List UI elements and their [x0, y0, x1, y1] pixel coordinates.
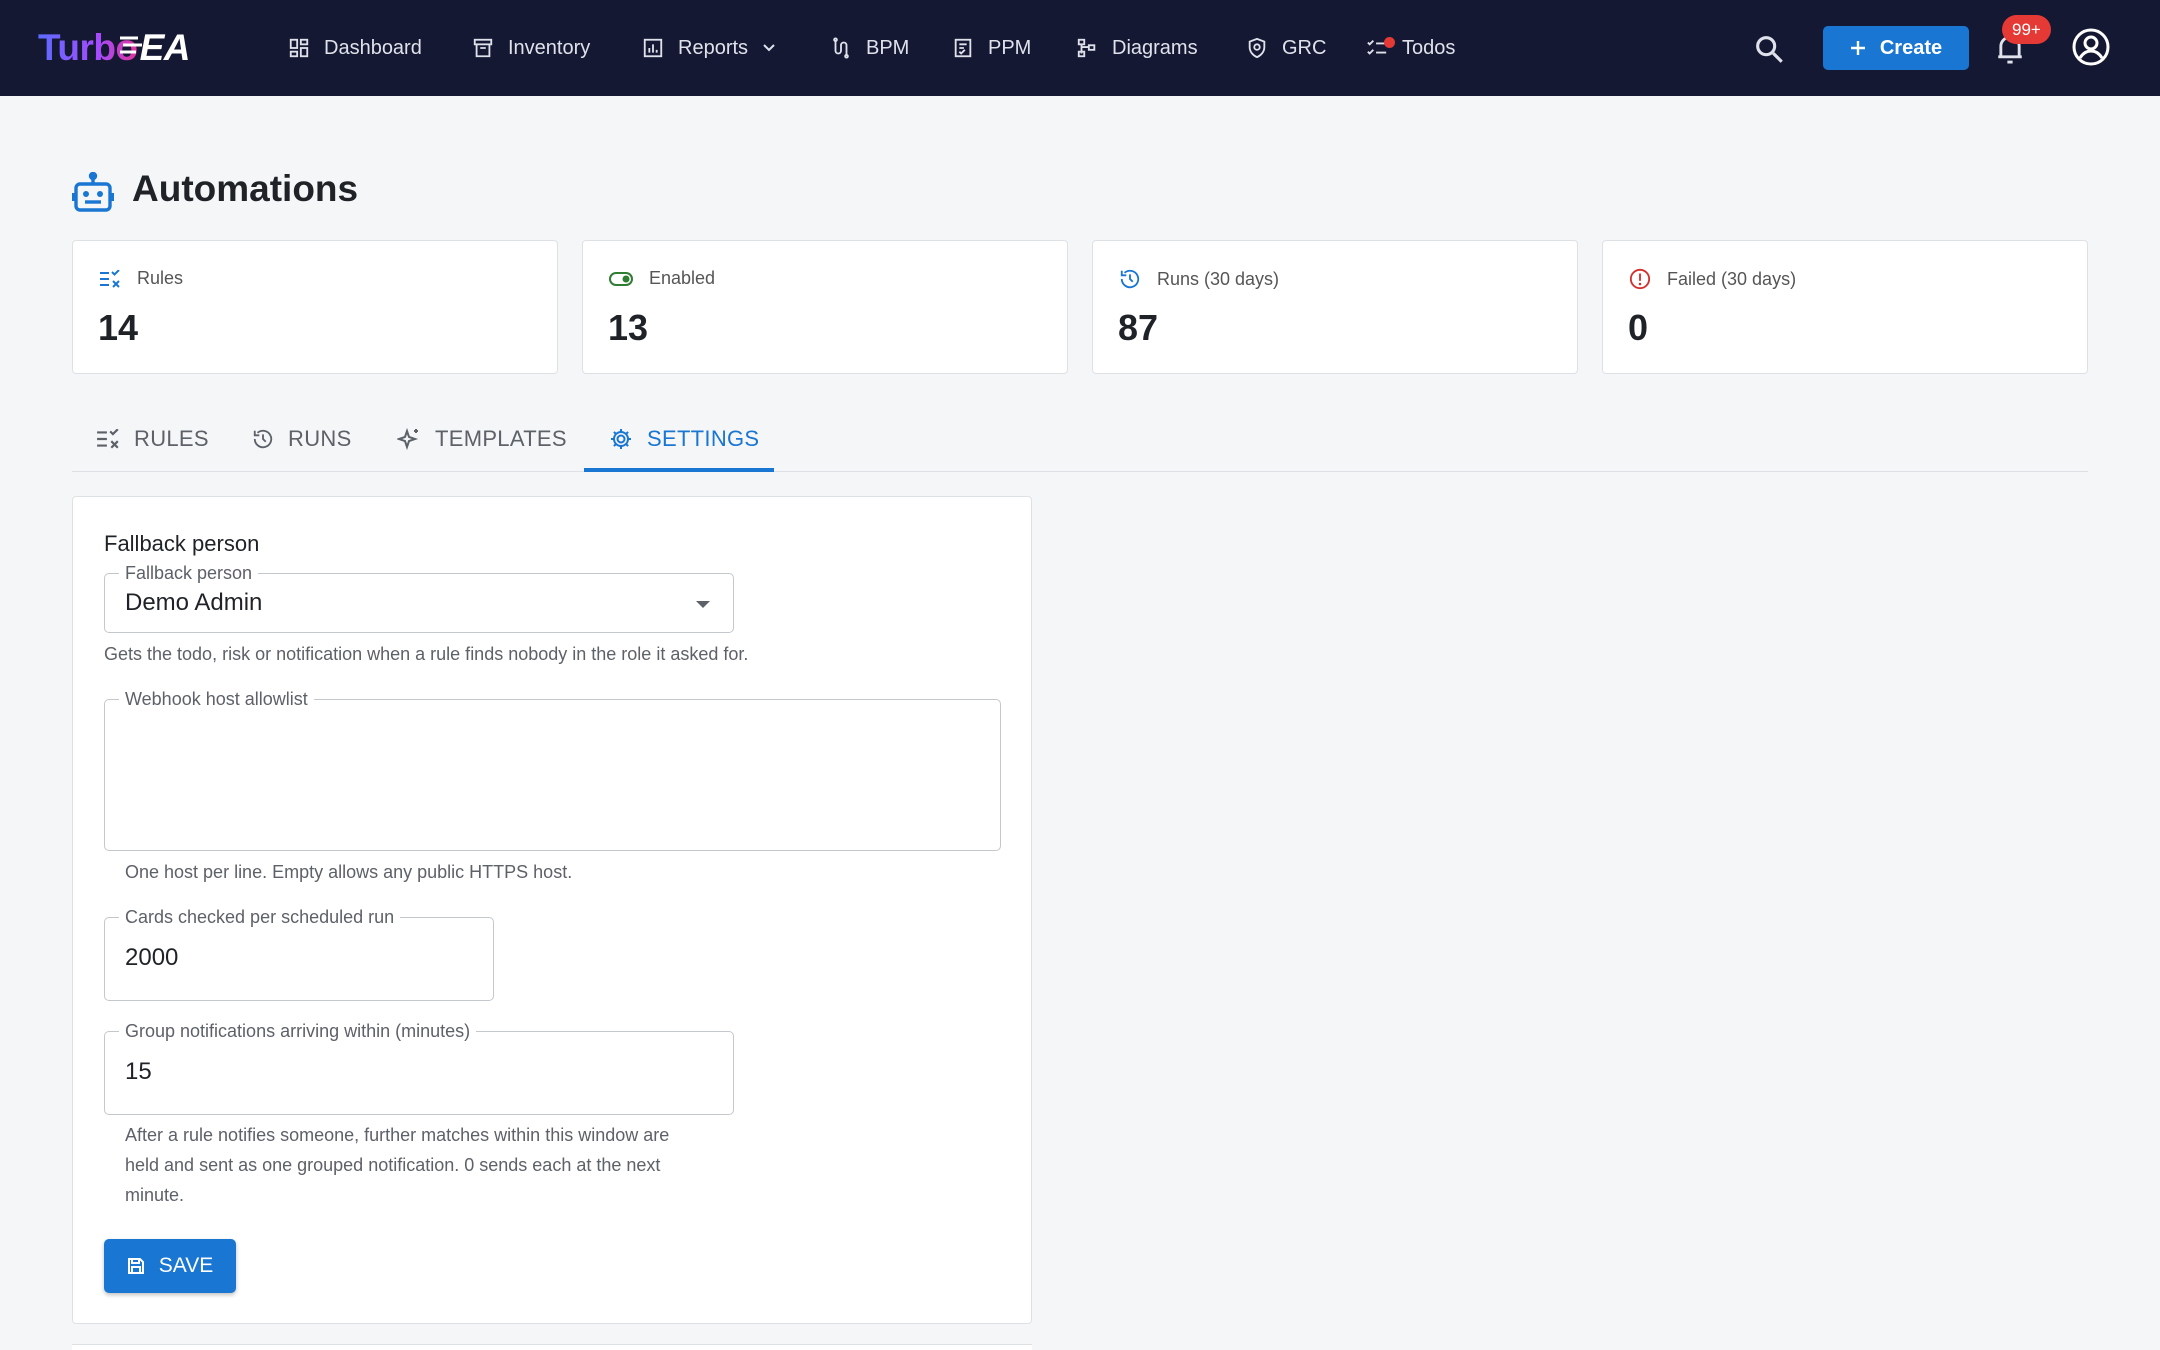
nav-inventory-label: Inventory: [508, 36, 591, 59]
group-notifications-input[interactable]: Group notifications arriving within (min…: [104, 1020, 734, 1115]
tab-settings-label: SETTINGS: [647, 426, 760, 451]
nav-inventory[interactable]: Inventory: [472, 28, 590, 68]
stat-value: 14: [98, 307, 139, 348]
history-icon: [253, 429, 273, 449]
group-notifications-helper-line-2: held and sent as one grouped notificatio…: [125, 1155, 661, 1175]
speed-lines-icon: [119, 36, 142, 54]
tab-bar: RULES RUNS TEMPLATES SETTINGS: [72, 406, 2088, 472]
nav-dashboard[interactable]: Dashboard: [288, 28, 422, 68]
todos-notification-dot: [1384, 37, 1395, 48]
rules-icon: [97, 429, 119, 449]
webhook-allowlist-helper: One host per line. Empty allows any publ…: [125, 862, 573, 882]
logo-text-ea: EA: [119, 27, 190, 69]
stat-card-rules: Rules 14: [72, 240, 558, 374]
inventory-icon: [473, 38, 493, 58]
group-notifications-label: Group notifications arriving within (min…: [119, 1020, 477, 1042]
top-navigation-bar: Turbo EA Dashboard Inventory Reports BPM…: [0, 0, 2160, 96]
nav-grc-label: GRC: [1282, 36, 1327, 59]
tab-templates[interactable]: TEMPLATES: [397, 406, 567, 472]
stat-value: 0: [1628, 307, 1649, 348]
section-title: Fallback person: [104, 531, 260, 556]
nav-ppm-label: PPM: [988, 36, 1032, 59]
nav-reports[interactable]: Reports: [642, 28, 776, 68]
account-icon[interactable]: [2071, 27, 2111, 67]
stat-card-failed: Failed (30 days) 0: [1602, 240, 2088, 374]
notification-badge: 99+: [2002, 15, 2051, 44]
settings-panel: Fallback person Fallback person Demo Adm…: [72, 496, 1032, 1324]
fallback-person-value: Demo Admin: [125, 589, 263, 616]
stat-label: Rules: [137, 268, 184, 288]
error-icon: [1629, 268, 1651, 290]
search-icon[interactable]: [1752, 32, 1786, 66]
nav-diagrams-label: Diagrams: [1112, 36, 1198, 59]
nav-reports-label: Reports: [678, 36, 749, 59]
nav-bpm[interactable]: BPM: [830, 28, 909, 68]
tab-rules[interactable]: RULES: [96, 406, 209, 472]
nav-ppm[interactable]: PPM: [952, 28, 1031, 68]
webhook-allowlist-label: Webhook host allowlist: [119, 688, 314, 710]
grc-icon: [1248, 37, 1266, 59]
stat-value: 87: [1118, 307, 1159, 348]
rules-icon: [100, 269, 120, 288]
history-icon: [1120, 269, 1140, 289]
nav-grc[interactable]: GRC: [1246, 28, 1326, 68]
cards-per-run-input[interactable]: Cards checked per scheduled run 2000: [104, 906, 494, 1001]
logo[interactable]: Turbo EA: [38, 26, 190, 70]
stat-value: 13: [608, 307, 649, 348]
toggle-on-icon: [609, 271, 633, 286]
fallback-person-select[interactable]: Fallback person Demo Admin: [104, 562, 734, 633]
next-panel-edge: [72, 1344, 1032, 1350]
diagrams-icon: [1077, 38, 1096, 58]
nav-todos-label: Todos: [1402, 36, 1456, 59]
tab-templates-label: TEMPLATES: [435, 426, 567, 451]
tab-runs[interactable]: RUNS: [252, 406, 352, 472]
dashboard-icon: [289, 38, 309, 58]
stat-card-enabled: Enabled 13: [582, 240, 1068, 374]
cards-per-run-value: 2000: [125, 944, 179, 971]
reports-icon: [643, 38, 663, 58]
stat-label: Enabled: [649, 268, 716, 288]
active-tab-indicator: [584, 468, 774, 472]
fallback-person-helper: Gets the todo, risk or notification when…: [104, 644, 749, 664]
ppm-icon: [954, 38, 972, 58]
create-button[interactable]: Create: [1823, 26, 1969, 70]
gear-icon: [611, 429, 631, 449]
tab-settings[interactable]: SETTINGS: [609, 406, 759, 472]
group-notifications-helper-line-1: After a rule notifies someone, further m…: [125, 1125, 670, 1145]
nav-dashboard-label: Dashboard: [324, 36, 422, 59]
cards-per-run-label: Cards checked per scheduled run: [119, 906, 401, 928]
nav-diagrams[interactable]: Diagrams: [1076, 28, 1198, 68]
todos-icon-wrap: [1366, 37, 1402, 59]
create-button-label: Create: [1879, 36, 1943, 59]
stat-label: Runs (30 days): [1157, 268, 1280, 289]
tab-rules-label: RULES: [134, 426, 209, 451]
save-button-label: SAVE: [158, 1254, 214, 1277]
dropdown-arrow-icon: [696, 601, 710, 608]
group-notifications-value: 15: [125, 1058, 152, 1085]
page-title: Automations: [132, 168, 359, 209]
nav-todos[interactable]: Todos: [1366, 28, 1455, 68]
nav-bpm-label: BPM: [866, 36, 910, 59]
webhook-allowlist-textarea[interactable]: Webhook host allowlist: [104, 688, 1001, 851]
sparkle-icon: [397, 427, 419, 451]
tab-runs-label: RUNS: [288, 426, 352, 451]
bpm-icon: [833, 37, 849, 59]
stat-card-runs: Runs (30 days) 87: [1092, 240, 1578, 374]
robot-icon: [72, 172, 114, 212]
plus-icon: [1850, 41, 1865, 55]
save-button[interactable]: SAVE: [104, 1239, 236, 1293]
fallback-person-label: Fallback person: [119, 562, 259, 584]
chevron-down-icon: [763, 44, 775, 52]
stat-label: Failed (30 days): [1667, 268, 1797, 289]
group-notifications-helper-line-3: minute.: [125, 1185, 185, 1205]
save-icon: [127, 1258, 144, 1274]
